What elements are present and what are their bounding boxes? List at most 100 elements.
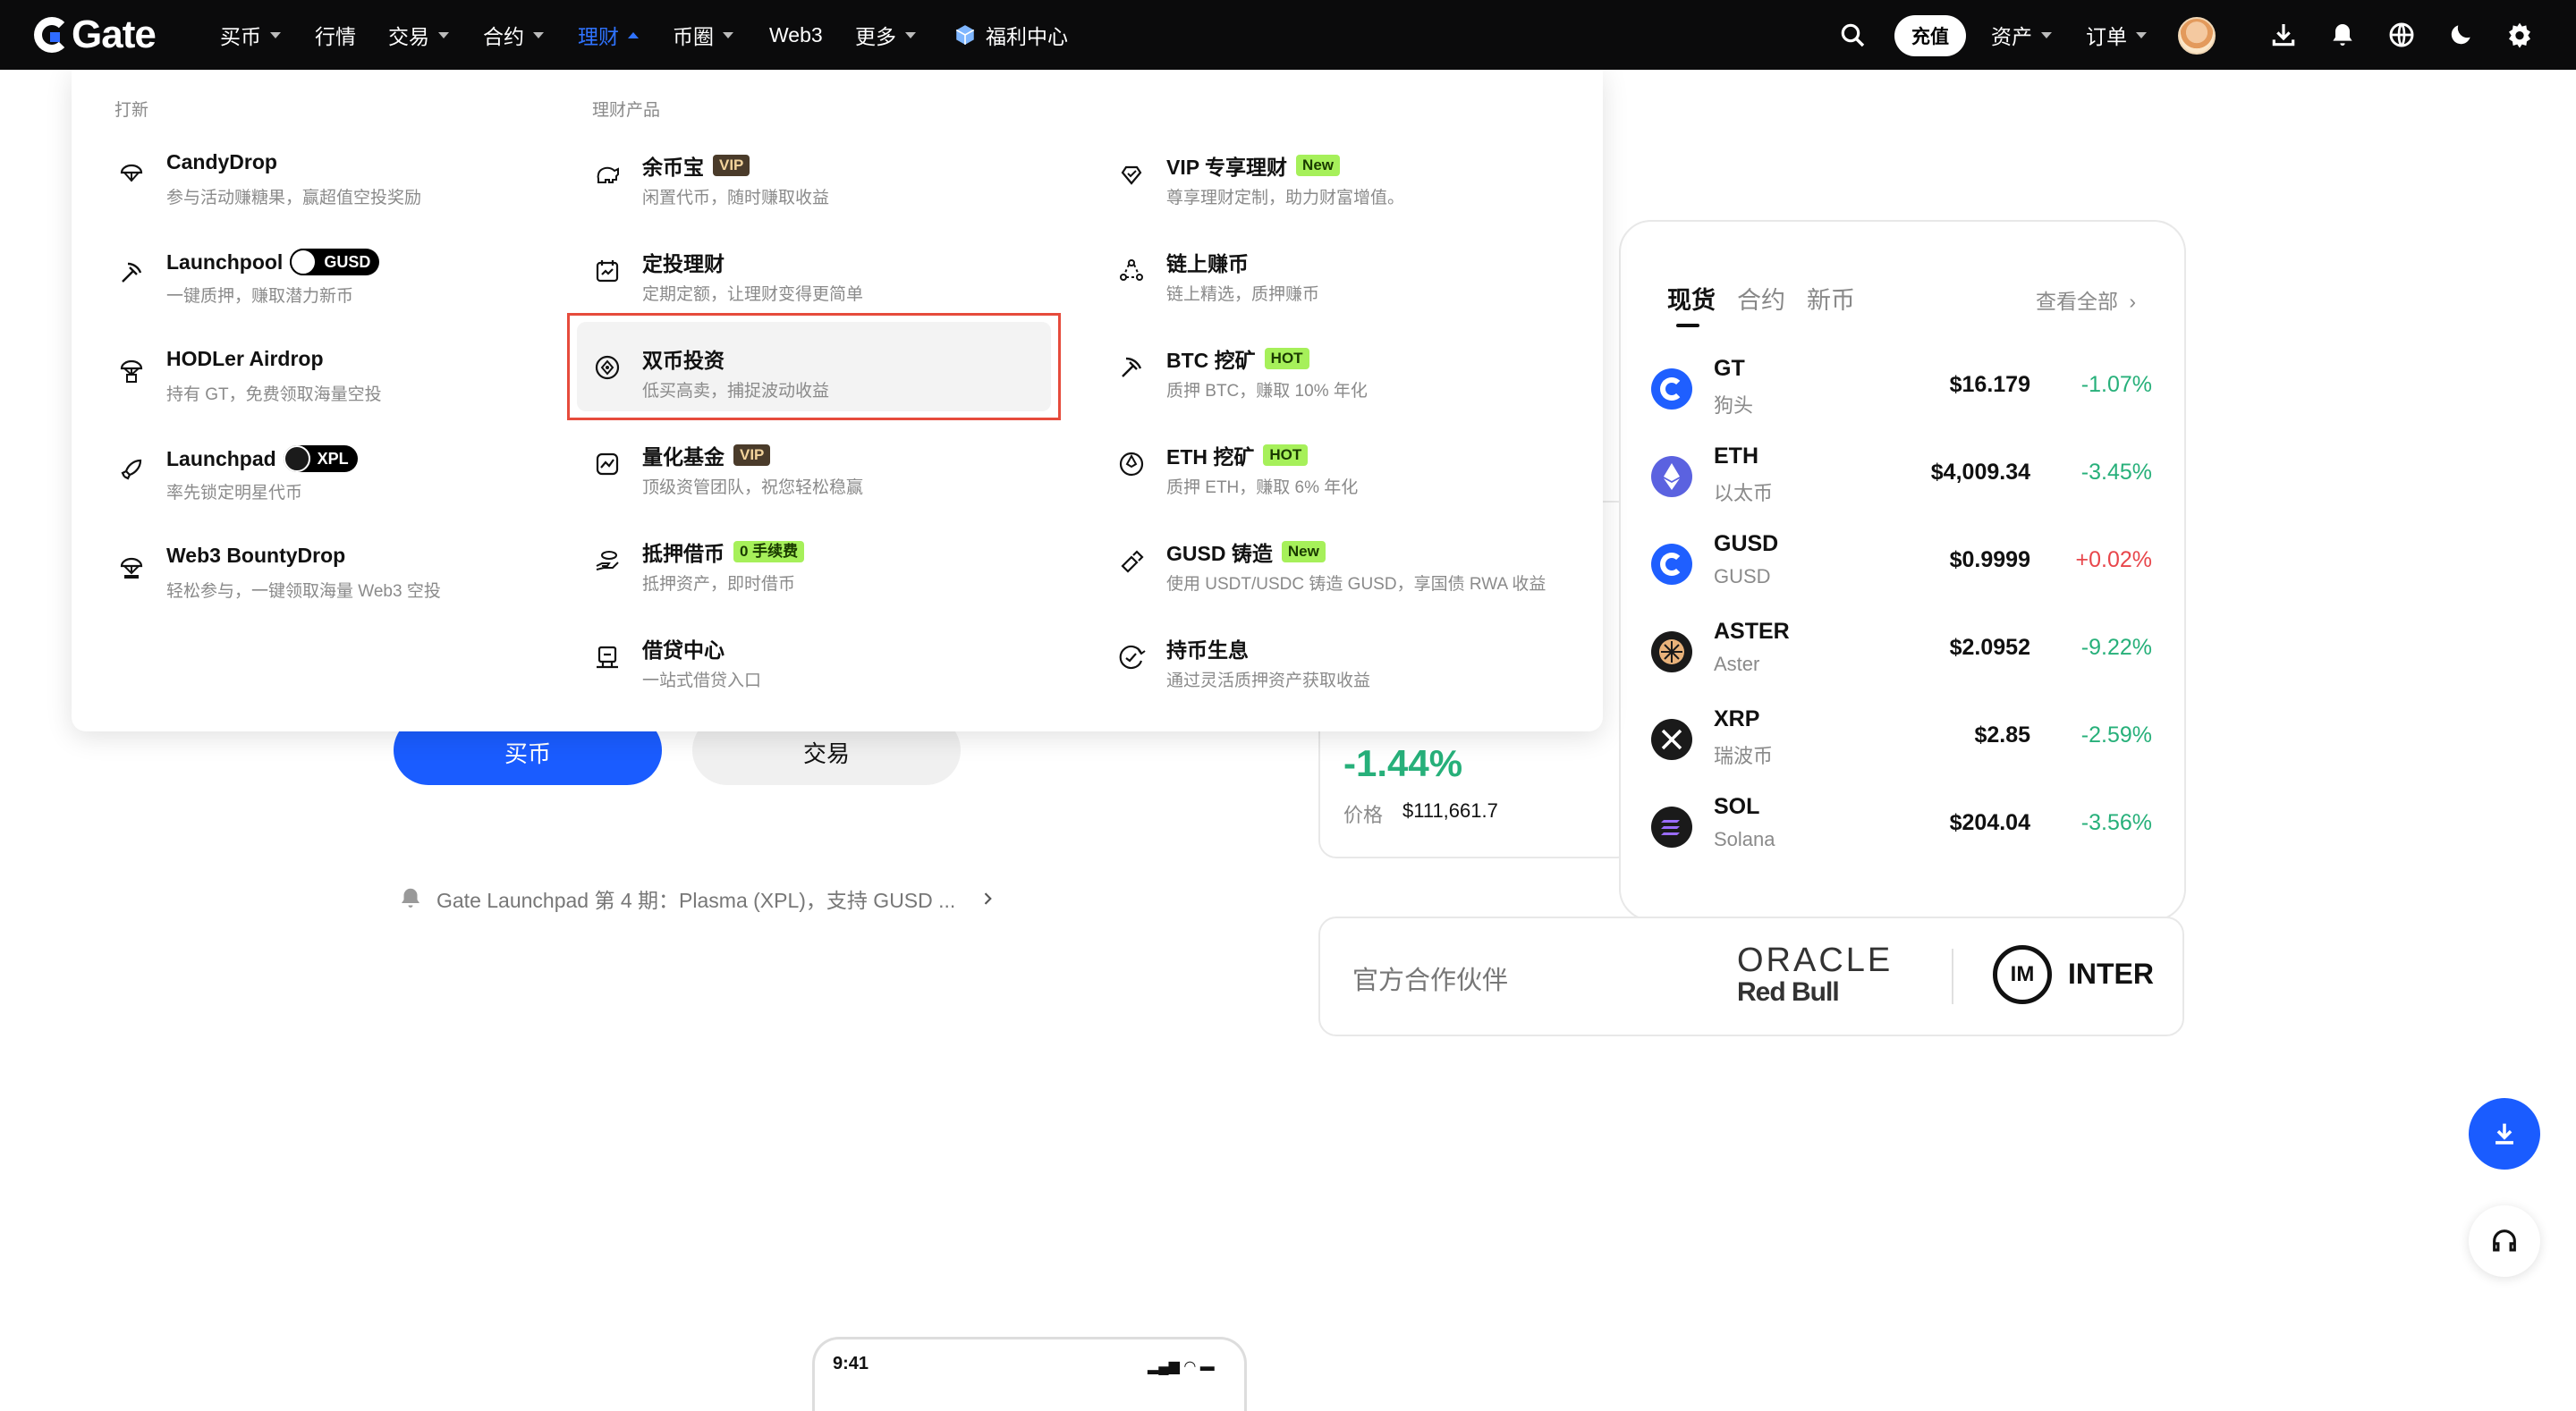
nav-buy-crypto[interactable]: 买币: [220, 0, 281, 70]
market-row-sol[interactable]: SOL Solana $204.04 -3.56%: [1651, 785, 2152, 873]
menu-item-collateral-loan[interactable]: 抵押借币 0 手续费 抵押资产，即时借币: [592, 531, 1057, 612]
top-navigation-bar: Gate 买币 行情 交易 合约 理财 币圈 Web3 更多 福利中心 充值 资…: [0, 0, 2576, 70]
sol-coin-icon: [1651, 807, 1692, 848]
menu-item-title: 借贷中心: [642, 638, 724, 662]
market-row-eth[interactable]: ETH 以太币 $4,009.34 -3.45%: [1651, 435, 2152, 522]
menu-item-title: VIP 专享理财: [1166, 156, 1288, 179]
menu-item-btc-mining[interactable]: BTC 挖矿 HOT 质押 BTC，赚取 10% 年化: [1116, 338, 1581, 418]
loan-icon: [592, 642, 623, 672]
coin-name: 狗头: [1714, 394, 1754, 417]
oracle-logo[interactable]: ORACLE: [1737, 942, 1893, 980]
nav-markets[interactable]: 行情: [315, 0, 356, 70]
menu-item-title: 持币生息: [1166, 638, 1249, 662]
inter-logo[interactable]: INTER: [2068, 958, 2154, 991]
nav-trade[interactable]: 交易: [388, 0, 449, 70]
nav-label: 交易: [388, 25, 429, 48]
chevron-down-icon: [533, 31, 544, 38]
menu-item-launchpad[interactable]: Launchpad XPL 率先锁定明星代币: [116, 440, 581, 520]
tab-new-coins[interactable]: 新币: [1807, 281, 1855, 316]
view-all-label: 查看全部: [2036, 290, 2118, 313]
new-badge: New: [1281, 541, 1326, 562]
announcement-bar[interactable]: Gate Launchpad 第 4 期：Plasma (XPL)，支持 GUS…: [397, 883, 996, 914]
menu-item-vip-finance[interactable]: VIP 专享理财 New 尊享理财定制，助力财富增值。: [1116, 145, 1581, 225]
logo-text: Gate: [72, 13, 157, 56]
search-icon[interactable]: [1835, 18, 1869, 52]
nav-label: 理财: [578, 25, 619, 48]
coin-price: $2.0952: [1949, 635, 2030, 660]
avatar[interactable]: [2178, 17, 2216, 55]
market-row-gt[interactable]: GT 狗头 $16.179 -1.07%: [1651, 347, 2152, 435]
collateral-icon: [592, 545, 623, 576]
menu-item-gusd-mint[interactable]: GUSD 铸造 New 使用 USDT/USDC 铸造 GUSD，享国债 RWA …: [1116, 531, 1581, 612]
calendar-icon: [592, 256, 623, 286]
gusd-chip: GUSD: [290, 249, 380, 275]
coin-name: Aster: [1714, 653, 1760, 675]
market-row-xrp[interactable]: XRP 瑞波币 $2.85 -2.59%: [1651, 697, 2152, 785]
coin-price: $204.04: [1949, 810, 2030, 835]
menu-item-title: 抵押借币: [642, 542, 724, 565]
section-title-launch: 打新: [114, 101, 149, 120]
menu-item-desc: 轻松参与，一键领取海量 Web3 空投: [166, 582, 441, 601]
gear-icon[interactable]: [2503, 18, 2537, 52]
globe-icon[interactable]: [2385, 18, 2419, 52]
nav-futures[interactable]: 合约: [483, 0, 544, 70]
menu-item-desc: 抵押资产，即时借币: [642, 575, 796, 594]
menu-item-candydrop[interactable]: CandyDrop 参与活动赚糖果，赢超值空投奖励: [116, 145, 581, 225]
nav-label: 资产: [1991, 25, 2032, 48]
coin-name: 瑞波币: [1714, 745, 1774, 767]
menu-item-desc: 一键质押，赚取潜力新币: [166, 287, 354, 306]
view-all-link[interactable]: 查看全部 ›: [2036, 284, 2136, 315]
menu-item-hold-earn[interactable]: 持币生息 通过灵活质押资产获取收益: [1116, 628, 1581, 708]
menu-item-onchain-earn[interactable]: 链上赚币 链上精选，质押赚币: [1116, 241, 1581, 322]
nav-web3[interactable]: Web3: [769, 0, 823, 70]
menu-item-eth-mining[interactable]: ETH 挖矿 HOT 质押 ETH，赚取 6% 年化: [1116, 435, 1581, 515]
coin-symbol: ETH: [1714, 444, 1758, 469]
menu-item-dca[interactable]: 定投理财 定期定额，让理财变得更简单: [592, 241, 1057, 322]
menu-item-yubibao[interactable]: 余币宝 VIP 闲置代币，随时赚取收益: [592, 145, 1057, 225]
coin-symbol: ASTER: [1714, 619, 1790, 644]
gate-logo[interactable]: Gate: [34, 13, 157, 57]
menu-item-desc: 定期定额，让理财变得更简单: [642, 285, 864, 304]
chip-label: GUSD: [324, 252, 371, 271]
menu-item-loan-center[interactable]: 借贷中心 一站式借贷入口: [592, 628, 1057, 708]
btc-price: $111,661.7: [1402, 799, 1498, 822]
nav-assets[interactable]: 资产: [1991, 0, 2052, 70]
menu-item-title: 定投理财: [642, 252, 724, 275]
rocket-icon: [116, 454, 147, 485]
menu-item-desc: 质押 ETH，赚取 6% 年化: [1166, 478, 1359, 497]
xpl-chip: XPL: [283, 445, 358, 472]
menu-item-web3-bountydrop[interactable]: Web3 BountyDrop 轻松参与，一键领取海量 Web3 空投: [116, 538, 581, 619]
tab-futures[interactable]: 合约: [1737, 281, 1785, 316]
market-row-aster[interactable]: ASTER Aster $2.0952 -9.22%: [1651, 610, 2152, 697]
new-badge: New: [1296, 155, 1341, 176]
support-button[interactable]: [2469, 1205, 2540, 1277]
nav-more[interactable]: 更多: [855, 0, 916, 70]
app-download-button[interactable]: [2469, 1098, 2540, 1170]
menu-item-desc: 使用 USDT/USDC 铸造 GUSD，享国债 RWA 收益: [1166, 575, 1546, 594]
bell-icon[interactable]: [2326, 18, 2360, 52]
vip-icon: [1116, 159, 1147, 190]
nav-orders[interactable]: 订单: [2086, 0, 2147, 70]
phone-mockup: 9:41 ▂▄▆ ◠ ▬: [812, 1337, 1247, 1411]
announcement-text: Gate Launchpad 第 4 期：Plasma (XPL)，支持 GUS…: [436, 889, 956, 912]
gt-coin-icon: [1651, 368, 1692, 410]
menu-item-quant-fund[interactable]: 量化基金 VIP 顶级资管团队，祝您轻松稳赢: [592, 435, 1057, 515]
menu-item-desc: 率先锁定明星代币: [166, 484, 303, 503]
quant-icon: [592, 449, 623, 479]
redbull-logo[interactable]: Red Bull: [1737, 977, 1840, 1008]
coin-price: $4,009.34: [1930, 460, 2030, 485]
nav-rewards-center[interactable]: 福利中心: [953, 0, 1068, 70]
nav-community[interactable]: 币圈: [673, 0, 733, 70]
coin-symbol: XRP: [1714, 706, 1760, 731]
download-icon[interactable]: [2267, 18, 2301, 52]
partners-card: 官方合作伙伴 ORACLE Red Bull IM INTER: [1318, 917, 2184, 1036]
market-row-gusd[interactable]: GUSD GUSD $0.9999 +0.02%: [1651, 522, 2152, 610]
moon-icon[interactable]: [2444, 18, 2478, 52]
menu-item-launchpool[interactable]: Launchpool GUSD 一键质押，赚取潜力新币: [116, 243, 581, 324]
coin-price: $2.85: [1974, 722, 2030, 748]
nav-finance[interactable]: 理财: [578, 0, 639, 70]
menu-item-hodler-airdrop[interactable]: HODLer Airdrop 持有 GT，免费领取海量空投: [116, 342, 581, 422]
tab-spot[interactable]: 现货: [1667, 281, 1716, 316]
coin-price: $16.179: [1949, 372, 2030, 397]
deposit-button[interactable]: 充值: [1894, 15, 1966, 56]
